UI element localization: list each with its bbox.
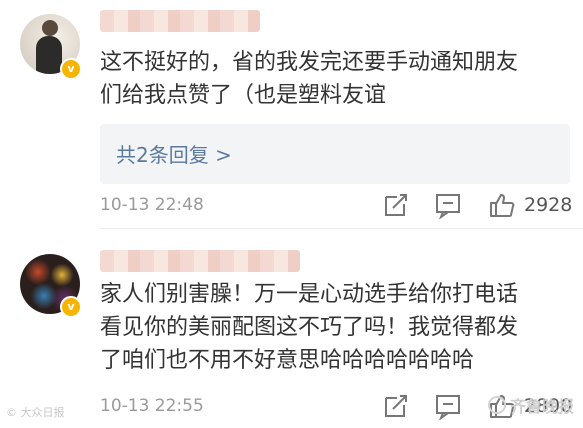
comment-item: v 这不挺好的，省的我发完还要手动通知朋友 们给我点赞了（也是塑料友谊 共2条回… [0,0,583,228]
comment-meta-bar: 10-13 22:48 2928 [100,191,573,221]
watermark-left: © 大众日报 [6,406,65,419]
watermark-right: 齐鲁晚报 [488,393,574,417]
comment-text-line: 家人们别害臊！万一是心动选手给你打电话 [100,282,519,307]
comment-text-line: 看见你的美丽配图这不巧了吗！我觉得都发 [100,315,519,340]
watermark-logo-icon [488,396,506,414]
comment-timestamp: 10-13 22:55 [100,396,204,416]
comment-text-line: 这不挺好的，省的我发完还要手动通知朋友 [100,50,519,75]
view-replies-link[interactable]: 共2条回复 > [116,139,232,168]
watermark-right-text: 齐鲁晚报 [510,397,575,416]
verified-badge-icon: v [60,296,82,318]
username-blurred[interactable] [100,250,300,272]
comment-timestamp: 10-13 22:48 [100,195,204,215]
verified-badge-icon: v [60,58,82,80]
share-icon[interactable] [382,191,410,219]
comment-text: 家人们别害臊！万一是心动选手给你打电话 看见你的美丽配图这不巧了吗！我觉得都发 … [100,278,570,377]
comment-icon[interactable] [434,191,462,219]
avatar-figure [42,20,58,36]
replies-box: 共2条回复 > [100,124,570,184]
thumbs-up-icon[interactable] [488,191,516,219]
share-icon[interactable] [382,392,410,420]
username-blurred[interactable] [100,10,260,32]
comment-text-line: 们给我点赞了（也是塑料友谊 [100,83,387,108]
like-count: 2928 [524,194,573,216]
comment-text: 这不挺好的，省的我发完还要手动通知朋友 们给我点赞了（也是塑料友谊 [100,46,570,112]
comment-text-line: 了咱们也不用不好意思哈哈哈哈哈哈哈 [100,348,475,373]
comment-icon[interactable] [434,392,462,420]
avatar-figure-body [36,36,62,74]
